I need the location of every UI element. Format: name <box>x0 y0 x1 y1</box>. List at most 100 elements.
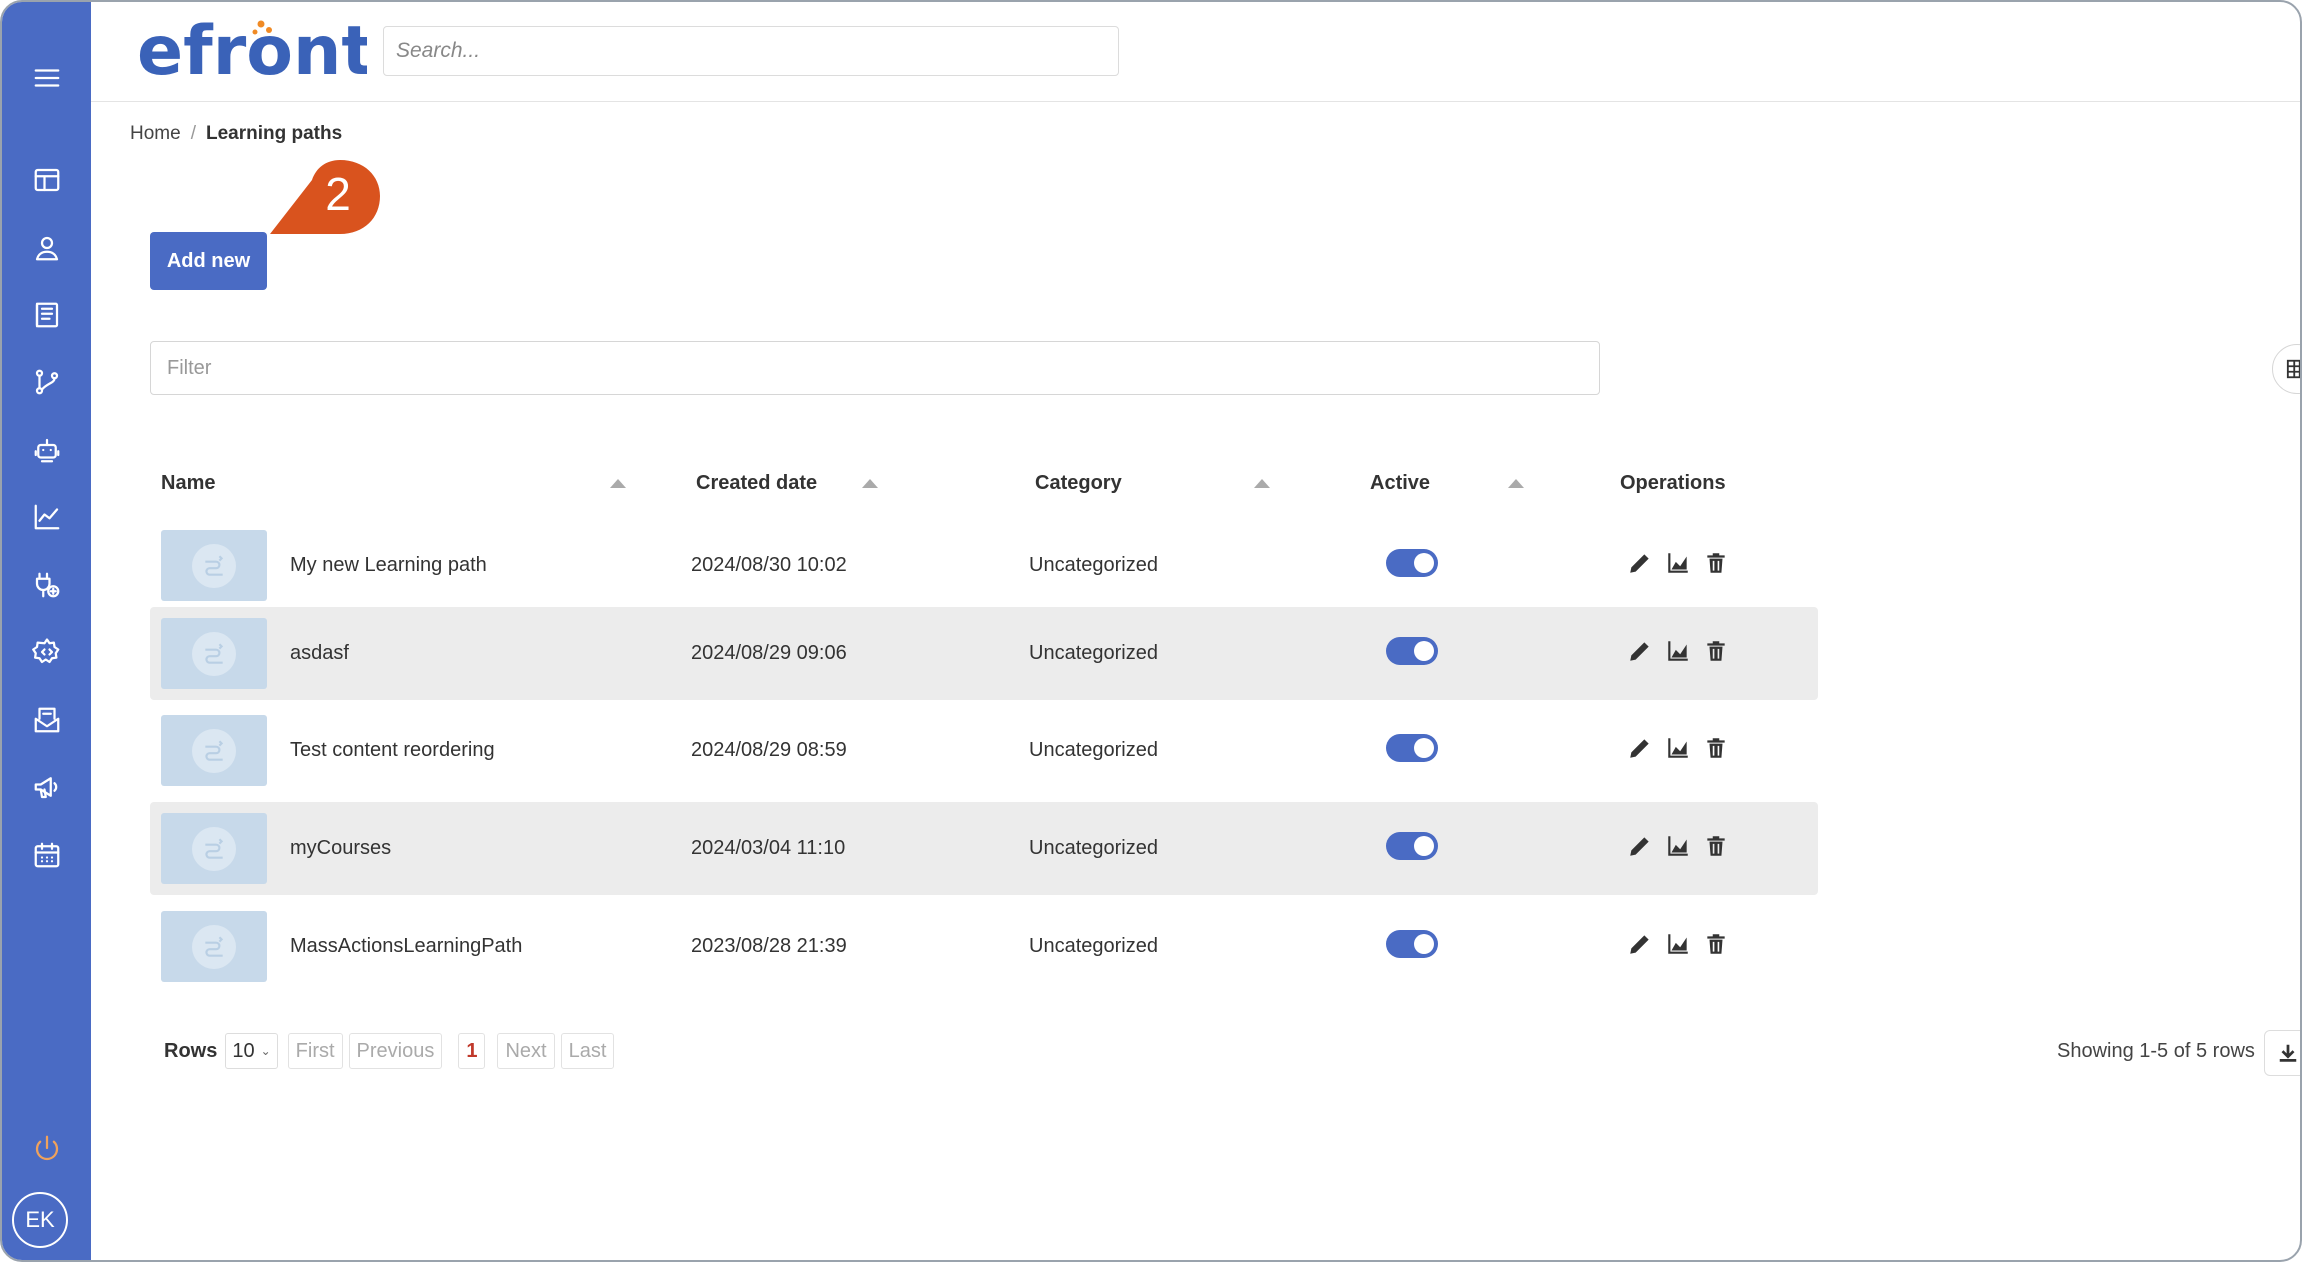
row-created-date: 2024/08/29 09:06 <box>691 642 847 664</box>
table-row[interactable]: My new Learning path 2024/08/30 10:02 Unca… <box>150 519 1818 612</box>
stats-button[interactable] <box>1664 832 1692 860</box>
sidebar-item-users[interactable] <box>2 220 91 276</box>
chart-icon <box>34 504 59 530</box>
stats-button[interactable] <box>1664 734 1692 762</box>
pencil-button[interactable] <box>1626 734 1654 762</box>
sidebar-item-integrations[interactable] <box>2 557 91 613</box>
trash-icon <box>1707 738 1725 758</box>
stats-icon <box>1668 836 1688 856</box>
trash-button[interactable] <box>1702 734 1730 762</box>
trash-button[interactable] <box>1702 637 1730 665</box>
sort-name-icon[interactable] <box>610 479 626 488</box>
table-row[interactable]: asdasf 2024/08/29 09:06 Uncategorized <box>150 607 1818 700</box>
trash-button[interactable] <box>1702 832 1730 860</box>
route-icon <box>205 837 224 859</box>
breadcrumb-home-link[interactable]: Home <box>130 123 181 145</box>
learning-path-thumbnail[interactable] <box>161 618 267 689</box>
pencil-icon <box>1630 935 1649 954</box>
stats-button[interactable] <box>1664 637 1692 665</box>
previous-page-button[interactable]: Previous <box>348 1033 443 1069</box>
pencil-button[interactable] <box>1626 930 1654 958</box>
thumbnail-circle <box>192 543 236 588</box>
trash-button[interactable] <box>1702 930 1730 958</box>
table-icon <box>2286 359 2300 379</box>
sidebar-item-calendar[interactable] <box>2 827 91 883</box>
sidebar: EK <box>2 2 91 1260</box>
learning-path-thumbnail[interactable] <box>161 530 267 601</box>
stats-button[interactable] <box>1664 549 1692 577</box>
breadcrumb-separator: / <box>190 123 196 144</box>
stats-icon <box>1668 934 1688 954</box>
export-button[interactable] <box>2264 1030 2300 1076</box>
row-name[interactable]: asdasf <box>290 642 349 665</box>
table-row[interactable]: MassActionsLearningPath 2023/08/28 21:39 U… <box>150 900 1818 993</box>
sidebar-item-learning-paths[interactable] <box>2 354 91 410</box>
dashboard-icon <box>34 168 59 192</box>
sidebar-item-announcements[interactable] <box>2 759 91 815</box>
sidebar-item-inbox[interactable] <box>2 692 91 748</box>
active-toggle[interactable] <box>1386 549 1438 577</box>
robot-icon <box>34 438 59 463</box>
pencil-button[interactable] <box>1626 549 1654 577</box>
pencil-button[interactable] <box>1626 637 1654 665</box>
row-category: Uncategorized <box>1029 935 1158 957</box>
sidebar-item-reports[interactable] <box>2 489 91 545</box>
sidebar-item-settings[interactable] <box>2 624 91 680</box>
sort-created-date-icon[interactable] <box>862 479 878 488</box>
breadcrumb-current: Learning paths <box>205 123 343 144</box>
rows-per-page-select[interactable]: 10 ⌄ <box>225 1033 278 1069</box>
sort-category-icon[interactable] <box>1254 479 1270 488</box>
logout-button[interactable] <box>2 1120 91 1176</box>
table-row[interactable]: myCourses 2024/03/04 11:10 Uncategorized <box>150 802 1818 895</box>
sidebar-item-automation[interactable] <box>2 422 91 478</box>
first-page-button[interactable]: First <box>287 1033 343 1069</box>
stats-icon <box>1668 738 1688 758</box>
pencil-button[interactable] <box>1626 832 1654 860</box>
thumbnail-circle <box>192 728 236 773</box>
row-name[interactable]: MassActionsLearningPath <box>290 935 522 958</box>
rows-label: Rows <box>164 1039 218 1062</box>
sidebar-item-courses[interactable] <box>2 287 91 343</box>
filter-input[interactable] <box>150 341 1600 395</box>
row-name[interactable]: myCourses <box>290 837 391 860</box>
rows-count-text: Showing 1-5 of 5 rows <box>2057 1040 2255 1062</box>
efront-logo[interactable]: efront <box>137 12 374 91</box>
trash-icon <box>1707 641 1725 661</box>
add-new-button[interactable]: Add new <box>150 232 267 290</box>
trash-button[interactable] <box>1702 549 1730 577</box>
column-header-category[interactable]: Category <box>1035 472 1122 495</box>
trash-icon <box>1707 553 1725 573</box>
row-name[interactable]: My new Learning path <box>290 554 487 577</box>
search-input[interactable] <box>383 26 1119 76</box>
sidebar-item-dashboard[interactable] <box>2 152 91 208</box>
learning-path-thumbnail[interactable] <box>161 813 267 884</box>
active-toggle[interactable] <box>1386 734 1438 762</box>
column-header-operations: Operations <box>1620 472 1726 494</box>
next-page-button[interactable]: Next <box>497 1033 555 1069</box>
trash-icon <box>1707 934 1725 954</box>
inbox-icon <box>34 707 59 733</box>
active-toggle[interactable] <box>1386 832 1438 860</box>
row-name[interactable]: Test content reordering <box>290 739 495 762</box>
route-icon <box>205 739 224 761</box>
table-row[interactable]: Test content reordering 2024/08/29 08:59 U… <box>150 704 1818 797</box>
rows-per-page-value: 10 <box>232 1039 255 1062</box>
menu-toggle-button[interactable] <box>2 50 91 106</box>
sort-active-icon[interactable] <box>1508 479 1524 488</box>
column-header-name[interactable]: Name <box>161 472 215 495</box>
route-icon <box>205 642 224 664</box>
active-toggle[interactable] <box>1386 637 1438 665</box>
learning-path-thumbnail[interactable] <box>161 911 267 982</box>
plugin-icon <box>35 572 59 598</box>
current-page-button[interactable]: 1 <box>458 1033 486 1069</box>
column-toggle-button[interactable] <box>2272 344 2300 394</box>
pencil-icon <box>1630 739 1649 758</box>
user-avatar[interactable]: EK <box>12 1192 68 1248</box>
last-page-button[interactable]: Last <box>560 1033 615 1069</box>
learning-path-thumbnail[interactable] <box>161 715 267 786</box>
megaphone-icon <box>34 777 57 799</box>
column-header-active[interactable]: Active <box>1370 472 1430 495</box>
column-header-created-date[interactable]: Created date <box>696 472 817 495</box>
active-toggle[interactable] <box>1386 930 1438 958</box>
stats-button[interactable] <box>1664 930 1692 958</box>
